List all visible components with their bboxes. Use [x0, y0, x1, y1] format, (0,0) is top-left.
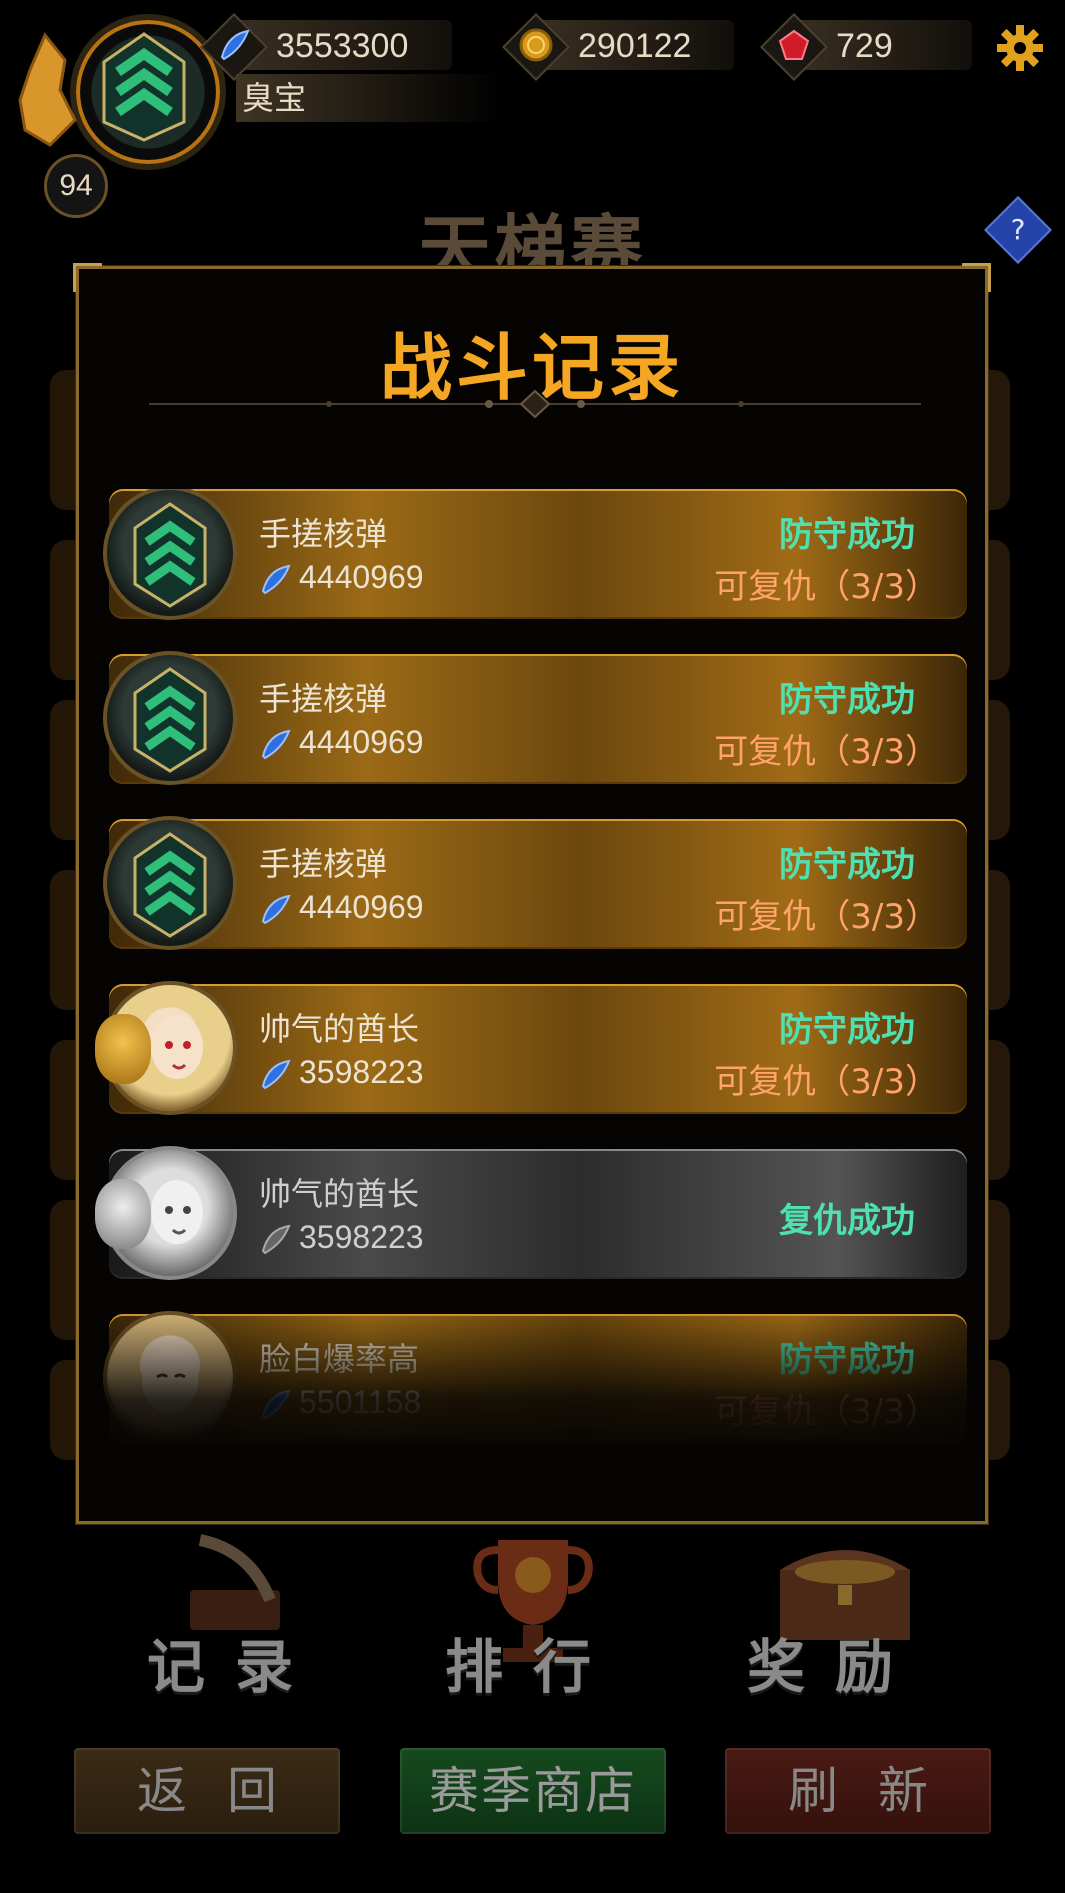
nav-record-label: 记录	[146, 1633, 323, 1701]
monkey-pet-icon	[95, 1014, 151, 1084]
player-name: 臭宝	[236, 74, 502, 122]
emerald-crest-icon	[133, 667, 207, 773]
gold-value: 290122	[578, 27, 692, 65]
refresh-button[interactable]: 刷新	[725, 1748, 991, 1834]
revenge-button[interactable]: 可复仇（3/3）	[714, 559, 939, 608]
monkey-pet-icon	[95, 1179, 151, 1249]
nav-record[interactable]: 记录	[110, 1530, 360, 1701]
corner-ornament	[962, 263, 991, 292]
opponent-avatar[interactable]	[103, 489, 237, 620]
record-row[interactable]: 手搓核弹 4440969 防守成功 可复仇（3/3）	[103, 816, 967, 950]
record-row[interactable]: 脸白爆率高 5501158 防守成功 可复仇（3/3）	[103, 1311, 967, 1445]
feather-power-icon	[220, 29, 250, 61]
record-row[interactable]: 手搓核弹 4440969 防守成功 可复仇（3/3）	[103, 489, 967, 620]
nav-rank[interactable]: 排行	[408, 1530, 658, 1701]
emerald-crest-icon	[133, 832, 207, 938]
gem-resource: 729	[760, 13, 972, 81]
opponent-power: 4440969	[299, 559, 424, 595]
emerald-crest-icon	[102, 32, 186, 142]
power-resource: 3553300	[200, 13, 452, 81]
ornament-divider	[149, 389, 921, 419]
nav-rank-label: 排行	[444, 1633, 621, 1701]
battle-status: 防守成功	[779, 1340, 915, 1380]
feather-power-icon	[261, 564, 291, 595]
feather-power-icon	[261, 1389, 291, 1420]
record-row[interactable]: 帅气的酋长 3598223 复仇成功	[95, 1146, 967, 1280]
anime-girl-portrait-icon	[142, 1349, 198, 1413]
back-button[interactable]: 返回	[74, 1748, 340, 1834]
opponent-power: 4440969	[299, 889, 424, 925]
top-bar: 94 3553300 290122 729 臭宝	[0, 0, 1065, 218]
battle-record-dialog: 战斗记录 手搓核弹 4440969 防守成功 可复仇（3/3） 手搓核弹 444…	[73, 263, 991, 1524]
battle-status: 防守成功	[779, 845, 915, 885]
opponent-name: 手搓核弹	[259, 845, 388, 883]
battle-status: 复仇成功	[779, 1201, 915, 1241]
opponent-power: 3598223	[299, 1054, 424, 1090]
emerald-crest-icon	[133, 502, 207, 608]
nav-reward-label: 奖励	[746, 1633, 923, 1701]
feather-power-icon	[261, 1224, 291, 1255]
opponent-power: 3598223	[299, 1219, 424, 1255]
feather-power-icon	[261, 894, 291, 925]
gear-icon[interactable]	[996, 24, 1044, 72]
revenge-button[interactable]: 可复仇（3/3）	[714, 724, 939, 773]
opponent-avatar[interactable]	[103, 816, 237, 950]
battle-status: 防守成功	[779, 1010, 915, 1050]
revenge-button[interactable]: 可复仇（3/3）	[714, 889, 939, 938]
opponent-name: 手搓核弹	[259, 680, 388, 718]
record-list[interactable]: 手搓核弹 4440969 防守成功 可复仇（3/3） 手搓核弹 4440969 …	[79, 489, 985, 1489]
gem-value: 729	[836, 27, 893, 65]
avatar-frame	[70, 14, 226, 170]
player-avatar[interactable]: 94	[10, 12, 226, 218]
opponent-name: 帅气的酋长	[259, 1010, 420, 1048]
corner-ornament	[73, 263, 102, 292]
record-row[interactable]: 帅气的酋长 3598223 防守成功 可复仇（3/3）	[95, 981, 967, 1115]
opponent-avatar[interactable]	[103, 1311, 237, 1445]
help-icon: ?	[1010, 213, 1026, 246]
nav-reward[interactable]: 奖励	[710, 1530, 960, 1701]
battle-status: 防守成功	[779, 680, 915, 720]
opponent-name: 手搓核弹	[259, 515, 388, 553]
opponent-power: 5501158	[299, 1384, 422, 1420]
record-row[interactable]: 手搓核弹 4440969 防守成功 可复仇（3/3）	[103, 651, 967, 785]
season-shop-button[interactable]: 赛季商店	[400, 1748, 666, 1834]
red-gem-icon	[778, 29, 810, 60]
feather-power-icon	[261, 1059, 291, 1090]
revenge-button[interactable]: 可复仇（3/3）	[714, 1384, 939, 1433]
opponent-name: 脸白爆率高	[259, 1340, 420, 1378]
opponent-power: 4440969	[299, 724, 424, 760]
battle-status: 防守成功	[779, 515, 915, 555]
gold-coin-icon	[519, 28, 553, 62]
power-value: 3553300	[276, 27, 409, 65]
fox-emblem-icon	[18, 32, 77, 147]
gold-resource: 290122	[502, 13, 734, 81]
opponent-avatar[interactable]	[103, 651, 237, 785]
opponent-name: 帅气的酋长	[259, 1175, 420, 1213]
revenge-button[interactable]: 可复仇（3/3）	[714, 1054, 939, 1103]
feather-power-icon	[261, 729, 291, 760]
